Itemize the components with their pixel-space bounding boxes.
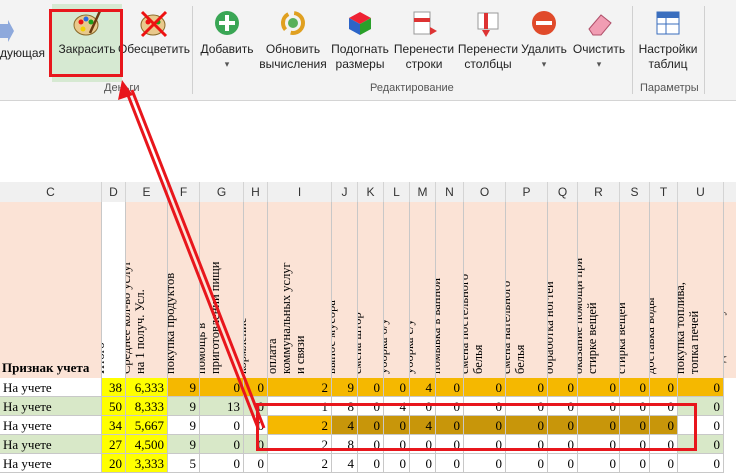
annotation-arrow [118, 80, 266, 429]
